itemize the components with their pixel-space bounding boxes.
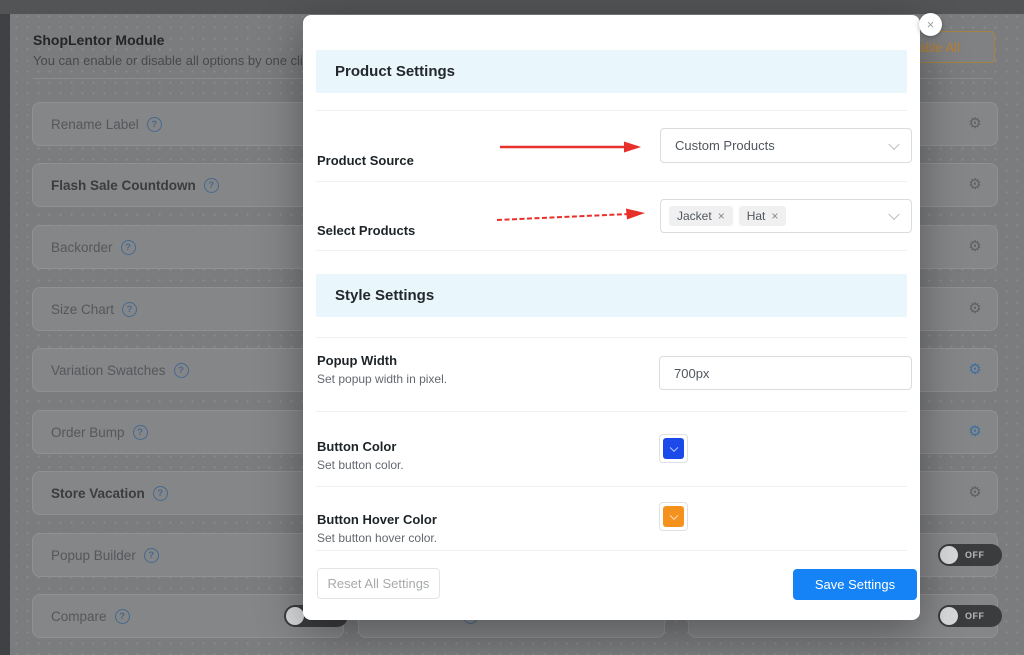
admin-side-strip bbox=[0, 14, 10, 655]
module-label: Backorder bbox=[51, 240, 113, 255]
popup-width-input[interactable] bbox=[659, 356, 912, 390]
divider bbox=[316, 411, 907, 412]
selected-product-tag[interactable]: Jacket × bbox=[669, 206, 733, 226]
page-subtitle: You can enable or disable all options by… bbox=[33, 53, 319, 68]
module-toggle-off[interactable]: OFF bbox=[938, 605, 1002, 627]
settings-modal: × Product Settings Product Source Custom… bbox=[303, 15, 920, 620]
toggle-off-label: OFF bbox=[965, 605, 985, 627]
page: ShopLentor Module You can enable or disa… bbox=[0, 0, 1024, 655]
select-products-label: Select Products bbox=[317, 223, 415, 239]
chevron-down-icon bbox=[669, 511, 677, 519]
product-source-value: Custom Products bbox=[675, 138, 775, 153]
page-title: ShopLentor Module bbox=[33, 32, 164, 48]
toggle-knob bbox=[940, 607, 958, 625]
module-card-size-chart[interactable]: Size Chart ? ⚙ bbox=[32, 287, 344, 331]
annotation-arrow bbox=[495, 207, 655, 225]
annotation-arrow bbox=[498, 140, 643, 154]
help-icon[interactable]: ? bbox=[121, 240, 136, 255]
module-card-variation-swatches[interactable]: Variation Swatches ? ⚙ bbox=[32, 348, 344, 392]
toggle-off-label: OFF bbox=[965, 544, 985, 566]
gear-icon[interactable]: ⚙ bbox=[967, 485, 983, 501]
close-icon[interactable]: × bbox=[919, 13, 942, 36]
gear-icon[interactable]: ⚙ bbox=[967, 424, 983, 440]
button-hover-color-label: Button Hover Color Set button hover colo… bbox=[317, 512, 437, 546]
module-label: Rename Label bbox=[51, 117, 139, 132]
remove-tag-icon[interactable]: × bbox=[718, 209, 725, 223]
remove-tag-icon[interactable]: × bbox=[771, 209, 778, 223]
module-toggle-off[interactable]: OFF bbox=[938, 544, 1002, 566]
gear-icon[interactable]: ⚙ bbox=[967, 116, 983, 132]
product-source-select[interactable]: Custom Products bbox=[660, 128, 912, 163]
button-color-picker[interactable] bbox=[659, 434, 688, 463]
divider bbox=[316, 250, 907, 251]
help-icon[interactable]: ? bbox=[133, 425, 148, 440]
divider bbox=[316, 181, 907, 182]
popup-width-title: Popup Width bbox=[317, 353, 447, 369]
button-color-help: Set button color. bbox=[317, 457, 404, 473]
help-icon[interactable]: ? bbox=[144, 548, 159, 563]
reset-all-settings-button[interactable]: Reset All Settings bbox=[317, 568, 440, 599]
help-icon[interactable]: ? bbox=[122, 302, 137, 317]
module-label: Flash Sale Countdown bbox=[51, 178, 196, 193]
module-label: Popup Builder bbox=[51, 548, 136, 563]
module-label: Store Vacation bbox=[51, 486, 145, 501]
gear-icon[interactable]: ⚙ bbox=[967, 177, 983, 193]
color-swatch bbox=[663, 506, 684, 527]
module-card-popup-builder[interactable]: Popup Builder ? ⚙ bbox=[32, 533, 344, 577]
module-card-store-vacation[interactable]: Store Vacation ? ⚙ bbox=[32, 471, 344, 515]
tag-text: Jacket bbox=[677, 209, 712, 223]
button-hover-color-title: Button Hover Color bbox=[317, 512, 437, 528]
tag-text: Hat bbox=[747, 209, 766, 223]
module-card-order-bump[interactable]: Order Bump ? ⚙ bbox=[32, 410, 344, 454]
module-label: Variation Swatches bbox=[51, 363, 166, 378]
module-card-rename-label[interactable]: Rename Label ? ⚙ bbox=[32, 102, 344, 146]
help-icon[interactable]: ? bbox=[147, 117, 162, 132]
select-products-multiselect[interactable]: Jacket × Hat × bbox=[660, 199, 912, 233]
module-card-flash-sale-countdown[interactable]: Flash Sale Countdown ? ⚙ bbox=[32, 163, 344, 207]
button-hover-color-help: Set button hover color. bbox=[317, 530, 437, 546]
help-icon[interactable]: ? bbox=[115, 609, 130, 624]
color-swatch bbox=[663, 438, 684, 459]
module-label: Order Bump bbox=[51, 425, 125, 440]
divider bbox=[316, 110, 907, 111]
chevron-down-icon bbox=[669, 443, 677, 451]
module-card-compare[interactable]: Compare ? OFF bbox=[32, 594, 344, 638]
popup-width-help: Set popup width in pixel. bbox=[317, 371, 447, 387]
admin-top-bar bbox=[0, 0, 1024, 14]
save-settings-button[interactable]: Save Settings bbox=[793, 569, 917, 600]
gear-icon[interactable]: ⚙ bbox=[967, 239, 983, 255]
help-icon[interactable]: ? bbox=[204, 178, 219, 193]
module-label: Compare bbox=[51, 609, 107, 624]
section-header-style-settings: Style Settings bbox=[316, 274, 907, 317]
module-card-backorder[interactable]: Backorder ? ⚙ bbox=[32, 225, 344, 269]
section-header-product-settings: Product Settings bbox=[316, 50, 907, 93]
toggle-knob bbox=[286, 607, 304, 625]
button-color-title: Button Color bbox=[317, 439, 404, 455]
gear-icon[interactable]: ⚙ bbox=[967, 362, 983, 378]
selected-product-tag[interactable]: Hat × bbox=[739, 206, 787, 226]
divider bbox=[316, 486, 907, 487]
button-hover-color-picker[interactable] bbox=[659, 502, 688, 531]
gear-icon[interactable]: ⚙ bbox=[967, 301, 983, 317]
divider bbox=[316, 550, 907, 551]
product-source-label: Product Source bbox=[317, 153, 414, 169]
help-icon[interactable]: ? bbox=[174, 363, 189, 378]
popup-width-label: Popup Width Set popup width in pixel. bbox=[317, 353, 447, 387]
chevron-down-icon bbox=[888, 138, 899, 149]
button-color-label: Button Color Set button color. bbox=[317, 439, 404, 473]
chevron-down-icon bbox=[888, 209, 899, 220]
divider bbox=[316, 337, 907, 338]
help-icon[interactable]: ? bbox=[153, 486, 168, 501]
toggle-knob bbox=[940, 546, 958, 564]
module-label: Size Chart bbox=[51, 302, 114, 317]
